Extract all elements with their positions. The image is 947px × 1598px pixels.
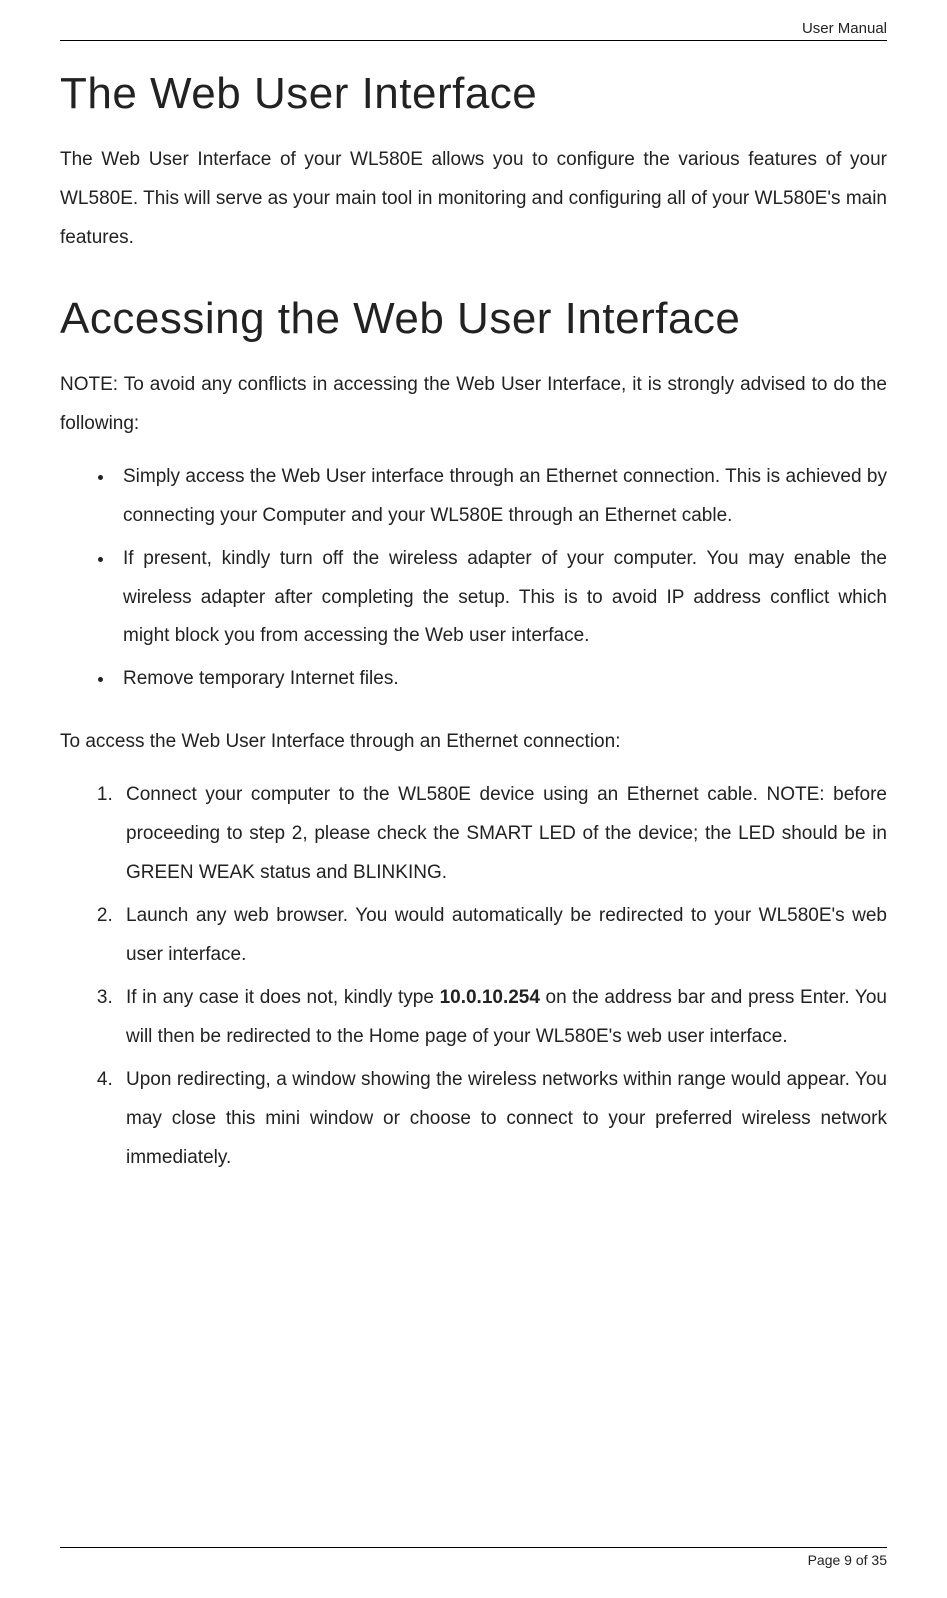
list-item: Upon redirecting, a window showing the w… bbox=[118, 1061, 887, 1178]
steps-list: Connect your computer to the WL580E devi… bbox=[60, 776, 887, 1181]
page-footer: Page 9 of 35 bbox=[60, 1547, 887, 1568]
intro-paragraph-1: The Web User Interface of your WL580E al… bbox=[60, 141, 887, 258]
section-heading-2: Accessing the Web User Interface bbox=[60, 294, 887, 344]
list-item: If in any case it does not, kindly type … bbox=[118, 979, 887, 1057]
page: User Manual The Web User Interface The W… bbox=[0, 0, 947, 1598]
footer-text: Page 9 of 35 bbox=[808, 1552, 887, 1568]
advice-list: Simply access the Web User interface thr… bbox=[60, 458, 887, 704]
ip-address: 10.0.10.254 bbox=[440, 987, 540, 1008]
steps-intro: To access the Web User Interface through… bbox=[60, 723, 887, 762]
section-heading-1: The Web User Interface bbox=[60, 69, 887, 119]
list-item: Remove temporary Internet files. bbox=[115, 660, 887, 699]
list-item: Launch any web browser. You would automa… bbox=[118, 897, 887, 975]
header-title: User Manual bbox=[802, 20, 887, 37]
footer-wrap: Page 9 of 35 bbox=[60, 1547, 887, 1568]
list-item: If present, kindly turn off the wireless… bbox=[115, 540, 887, 657]
page-header: User Manual bbox=[60, 20, 887, 41]
note-paragraph: NOTE: To avoid any conflicts in accessin… bbox=[60, 366, 887, 444]
list-item: Connect your computer to the WL580E devi… bbox=[118, 776, 887, 893]
list-item: Simply access the Web User interface thr… bbox=[115, 458, 887, 536]
step3-text-a: If in any case it does not, kindly type bbox=[126, 987, 440, 1008]
